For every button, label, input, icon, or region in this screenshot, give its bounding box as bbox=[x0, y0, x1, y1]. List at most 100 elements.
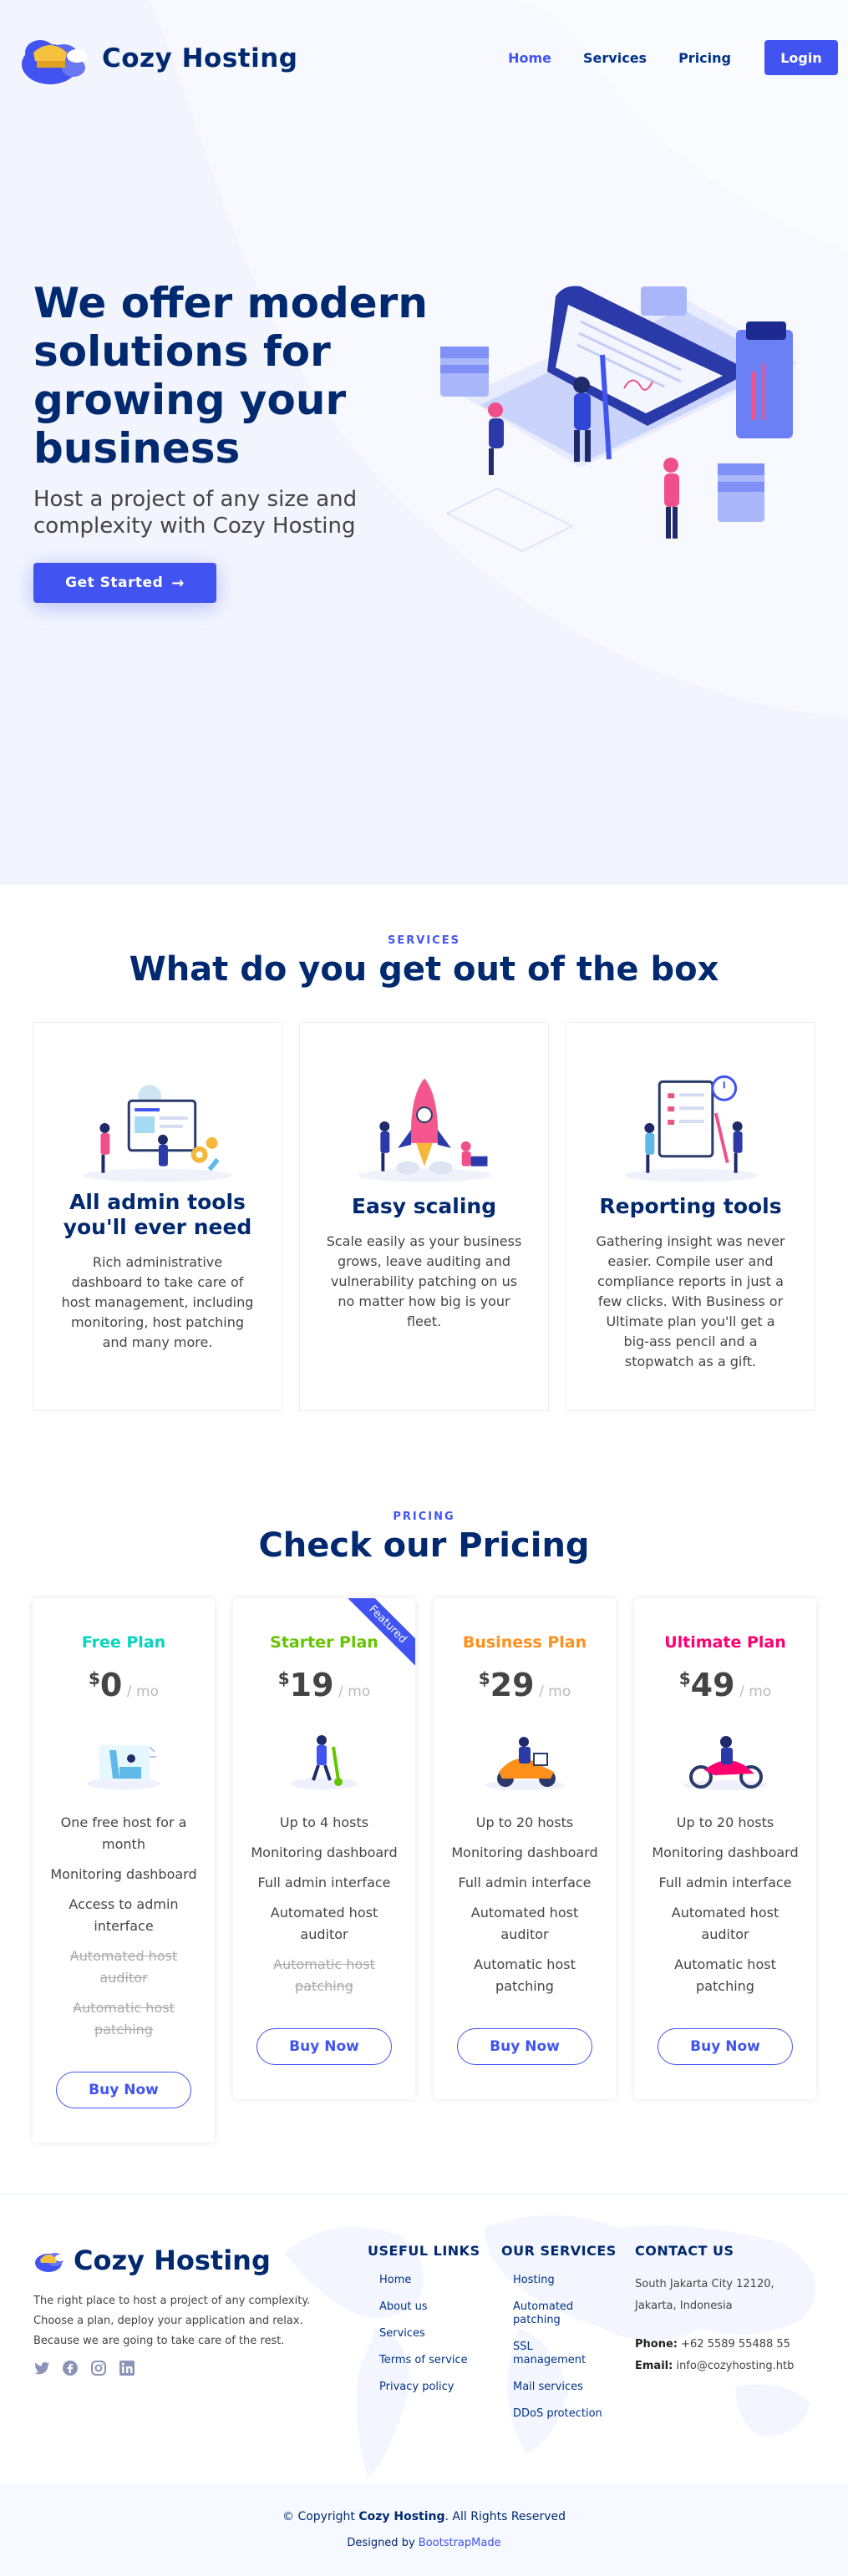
feature-item-unavailable: Automated host auditor bbox=[69, 1948, 178, 1986]
price-period: / mo bbox=[539, 1683, 571, 1700]
price-amount: 29 bbox=[490, 1667, 535, 1703]
currency-symbol: $ bbox=[277, 1668, 290, 1688]
admin-tools-illustration bbox=[83, 1085, 233, 1182]
footer-brand-name: Cozy Hosting bbox=[74, 2245, 271, 2276]
footer-service-patching[interactable]: Automated patching bbox=[501, 2300, 593, 2327]
plan-name: Business Plan bbox=[462, 1633, 587, 1652]
service-card-easy-scaling: Easy scaling Scale easily as your busine… bbox=[299, 1022, 549, 1411]
service-card-reporting-tools: Reporting tools Gathering insight was ne… bbox=[566, 1022, 815, 1411]
phone-value: +62 5589 55488 55 bbox=[681, 2338, 790, 2351]
price-period: / mo bbox=[338, 1683, 371, 1700]
feature-item: Automatic host patching bbox=[474, 1956, 576, 1994]
service-title-admin-tools: All admin tools you'll ever need bbox=[63, 1190, 252, 1239]
pricing-card-free: Free Plan $0 / mo One free host for a mo… bbox=[33, 1598, 215, 2143]
brand-logo[interactable]: Cozy Hosting bbox=[17, 28, 298, 89]
price-period: / mo bbox=[126, 1683, 160, 1700]
footer-link-privacy[interactable]: Privacy policy bbox=[368, 2381, 480, 2394]
footer-useful-links-title: USEFUL LINKS bbox=[368, 2243, 480, 2259]
footer-link-terms[interactable]: Terms of service bbox=[368, 2354, 480, 2367]
service-title-reporting-tools: Reporting tools bbox=[599, 1194, 782, 1218]
feature-item: Monitoring dashboard bbox=[451, 1845, 598, 1860]
pricing-title: Check our Pricing bbox=[258, 1526, 590, 1565]
footer-link-home[interactable]: Home bbox=[368, 2274, 480, 2287]
free-plan-illustration bbox=[87, 1745, 160, 1789]
copyright-suffix: . All Rights Reserved bbox=[444, 2510, 566, 2523]
footer-contact: CONTACT US South Jakarta City 12120, Jak… bbox=[635, 2243, 827, 2377]
site-header: Cozy Hosting Home Services Pricing Login bbox=[0, 0, 848, 117]
buy-now-button-ultimate[interactable]: Buy Now bbox=[658, 2028, 793, 2065]
copyright-brand: Cozy Hosting bbox=[358, 2510, 445, 2523]
feature-item: Full admin interface bbox=[658, 1875, 792, 1890]
pricing-card-ultimate: Ultimate Plan $49 / mo Up to 20 hosts Mo… bbox=[634, 1598, 816, 2099]
footer-service-ssl[interactable]: SSL management bbox=[501, 2341, 593, 2367]
footer-service-ddos[interactable]: DDoS protection bbox=[501, 2407, 627, 2421]
services-tag: SERVICES bbox=[388, 934, 460, 947]
instagram-icon[interactable] bbox=[90, 2360, 107, 2376]
footer-link-services[interactable]: Services bbox=[368, 2327, 480, 2341]
footer-our-services-title: OUR SERVICES bbox=[501, 2243, 617, 2259]
plan-name: Starter Plan bbox=[270, 1633, 378, 1652]
plan-name: Free Plan bbox=[81, 1633, 166, 1652]
feature-item: One free host for a month bbox=[60, 1814, 187, 1852]
buy-now-button-free[interactable]: Buy Now bbox=[56, 2072, 191, 2108]
buy-now-button-business[interactable]: Buy Now bbox=[457, 2028, 592, 2065]
service-text-reporting-tools: Gathering insight was never easier. Comp… bbox=[596, 1233, 785, 1369]
feature-item: Up to 20 hosts bbox=[676, 1814, 774, 1830]
plan-price: $29 / mo bbox=[434, 1667, 616, 1703]
main-nav: Home Services Pricing Login bbox=[476, 40, 838, 75]
footer-contact-title: CONTACT US bbox=[635, 2243, 734, 2259]
footer-link-about[interactable]: About us bbox=[368, 2300, 480, 2314]
buy-now-button-starter[interactable]: Buy Now bbox=[256, 2028, 392, 2065]
nav-pricing[interactable]: Pricing bbox=[678, 50, 731, 66]
address-line: South Jakarta City 12120, bbox=[635, 2278, 774, 2290]
feature-list: Up to 4 hosts Monitoring dashboard Full … bbox=[246, 1812, 402, 2006]
rocket-illustration bbox=[358, 1078, 491, 1182]
plan-price: $0 / mo bbox=[33, 1667, 215, 1703]
services-title: What do you get out of the box bbox=[129, 950, 719, 989]
service-text-easy-scaling: Scale easily as your business grows, lea… bbox=[326, 1233, 522, 1329]
service-title-easy-scaling: Easy scaling bbox=[351, 1194, 497, 1218]
get-started-button[interactable]: Get Started → bbox=[33, 563, 216, 603]
feature-item: Automatic host patching bbox=[674, 1956, 776, 1994]
feature-list: Up to 20 hosts Monitoring dashboard Full… bbox=[447, 1812, 602, 2006]
footer-our-services: OUR SERVICES Hosting Automated patching … bbox=[501, 2243, 627, 2434]
footer-useful-links: USEFUL LINKS Home About us Services Term… bbox=[368, 2243, 480, 2407]
price-period: / mo bbox=[739, 1683, 772, 1700]
service-text-admin-tools: Rich administrative dashboard to take ca… bbox=[61, 1254, 254, 1350]
footer-address: South Jakarta City 12120, Jakarta, Indon… bbox=[635, 2274, 827, 2377]
feature-item: Full admin interface bbox=[458, 1875, 592, 1890]
copyright-bar: © Copyright Cozy Hosting. All Rights Res… bbox=[0, 2483, 848, 2576]
feature-item: Up to 4 hosts bbox=[279, 1814, 369, 1830]
footer-service-hosting[interactable]: Hosting bbox=[501, 2274, 627, 2287]
footer-brand-logo[interactable]: Cozy Hosting bbox=[33, 2245, 271, 2276]
plan-name: Ultimate Plan bbox=[664, 1633, 786, 1652]
login-button[interactable]: Login bbox=[764, 40, 838, 75]
designed-by: Designed by BootstrapMade bbox=[0, 2537, 848, 2549]
phone-label: Phone: bbox=[635, 2338, 678, 2351]
designed-by-link[interactable]: BootstrapMade bbox=[419, 2537, 501, 2549]
feature-item: Automated host auditor bbox=[470, 1905, 579, 1942]
business-plan-illustration bbox=[485, 1737, 565, 1790]
linkedin-icon[interactable] bbox=[119, 2360, 135, 2376]
feature-item: Automated host auditor bbox=[671, 1905, 779, 1942]
pricing-card-starter: Featured Starter Plan $19 / mo Up to 4 h… bbox=[233, 1598, 415, 2099]
footer-phone: Phone: +62 5589 55488 55 bbox=[635, 2334, 827, 2356]
nav-services[interactable]: Services bbox=[583, 50, 647, 66]
currency-symbol: $ bbox=[678, 1668, 691, 1688]
twitter-icon[interactable] bbox=[33, 2360, 50, 2376]
footer-service-mail[interactable]: Mail services bbox=[501, 2381, 627, 2394]
feature-item: Automated host auditor bbox=[270, 1905, 378, 1942]
email-value[interactable]: info@cozyhosting.htb bbox=[676, 2360, 794, 2372]
service-card-admin-tools: All admin tools you'll ever need Rich ad… bbox=[33, 1022, 282, 1411]
arrow-right-icon: → bbox=[171, 574, 185, 592]
address-line: Jakarta, Indonesia bbox=[635, 2300, 733, 2312]
starter-plan-illustration bbox=[291, 1735, 358, 1789]
feature-item: Monitoring dashboard bbox=[50, 1866, 197, 1882]
nav-home[interactable]: Home bbox=[508, 50, 551, 66]
facebook-icon[interactable] bbox=[62, 2360, 79, 2376]
feature-item-unavailable: Automatic host patching bbox=[273, 1956, 375, 1994]
plan-price: $49 / mo bbox=[634, 1667, 816, 1703]
feature-list: Up to 20 hosts Monitoring dashboard Full… bbox=[647, 1812, 803, 2006]
designed-by-prefix: Designed by bbox=[347, 2537, 415, 2549]
feature-item: Monitoring dashboard bbox=[652, 1845, 799, 1860]
